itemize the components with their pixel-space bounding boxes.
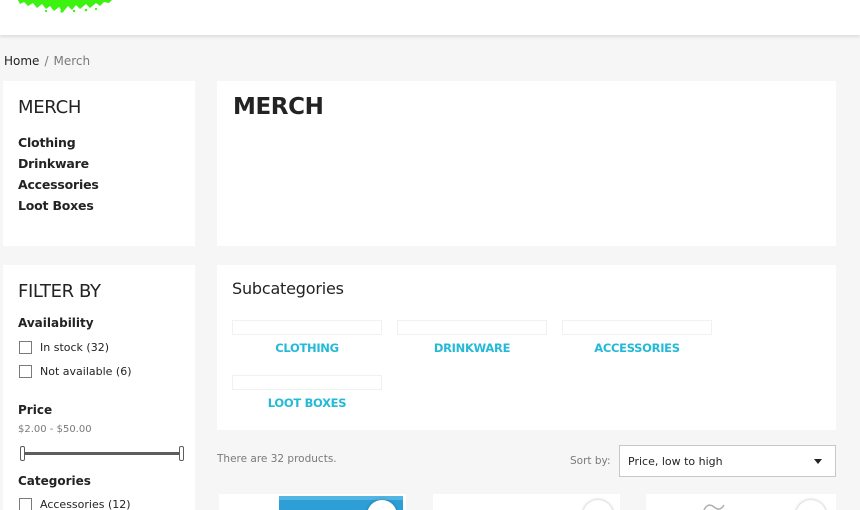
subcategory-thumbnail[interactable]: [232, 320, 382, 335]
product-card[interactable]: [219, 494, 406, 510]
subcategories-title: Subcategories: [232, 279, 344, 298]
price-slider[interactable]: [20, 446, 184, 461]
subcategory-label[interactable]: ACCESSORIES: [562, 341, 712, 355]
subcategories-panel: Subcategories CLOTHING DRINKWARE ACCESSO…: [217, 265, 836, 430]
site-logo[interactable]: [16, 0, 116, 13]
facet-title-availability: Availability: [18, 316, 94, 330]
category-tree-title[interactable]: MERCH: [18, 97, 81, 118]
product-count: There are 32 products.: [217, 453, 337, 465]
category-link-drinkware[interactable]: Drinkware: [18, 155, 99, 176]
subcategory-thumbnail[interactable]: [397, 320, 547, 335]
subcategory-loot-boxes[interactable]: LOOT BOXES: [232, 375, 382, 410]
breadcrumb-separator: /: [44, 54, 49, 68]
category-tree: MERCH Clothing Drinkware Accessories Loo…: [3, 81, 195, 246]
filter-panel: FILTER BY Availability In stock (32) Not…: [3, 265, 195, 510]
breadcrumb-current: Merch: [53, 54, 91, 68]
category-link-accessories[interactable]: Accessories: [18, 176, 99, 197]
filter-option-accessories[interactable]: Accessories (12): [19, 498, 131, 510]
price-slider-max-handle[interactable]: [179, 446, 184, 461]
subcategory-thumbnail[interactable]: [562, 320, 712, 335]
checkbox-in-stock[interactable]: [19, 341, 32, 354]
checkbox-not-available[interactable]: [19, 365, 32, 378]
wishlist-heart-icon[interactable]: [583, 500, 613, 510]
price-slider-min-handle[interactable]: [20, 446, 25, 461]
breadcrumb: Home / Merch: [4, 54, 90, 68]
product-card[interactable]: [646, 494, 836, 510]
subcategory-label[interactable]: CLOTHING: [232, 341, 382, 355]
price-range-value: $2.00 - $50.00: [18, 424, 92, 435]
caret-down-icon: [814, 459, 822, 464]
filter-option-label: In stock (32): [40, 341, 109, 354]
subcategory-label[interactable]: LOOT BOXES: [232, 396, 382, 410]
category-link-clothing[interactable]: Clothing: [18, 134, 99, 155]
checkbox-accessories[interactable]: [19, 498, 32, 510]
site-header: [0, 0, 860, 35]
breadcrumb-home-link[interactable]: Home: [4, 54, 39, 68]
sort-dropdown-value: Price, low to high: [628, 455, 723, 468]
subcategory-accessories[interactable]: ACCESSORIES: [562, 320, 712, 355]
price-slider-track[interactable]: [22, 452, 182, 455]
facet-title-price: Price: [18, 403, 53, 417]
subcategory-clothing[interactable]: CLOTHING: [232, 320, 382, 355]
product-image[interactable]: [702, 502, 726, 510]
filter-option-label: Accessories (12): [40, 498, 131, 510]
wishlist-heart-icon[interactable]: [796, 500, 826, 510]
filter-option-label: Not available (6): [40, 365, 132, 378]
category-tree-list: Clothing Drinkware Accessories Loot Boxe…: [18, 134, 99, 218]
sort-label: Sort by:: [570, 455, 611, 467]
product-card[interactable]: [433, 494, 620, 510]
category-link-loot-boxes[interactable]: Loot Boxes: [18, 197, 99, 218]
category-header: MERCH: [217, 81, 836, 246]
subcategory-drinkware[interactable]: DRINKWARE: [397, 320, 547, 355]
subcategory-label[interactable]: DRINKWARE: [397, 341, 547, 355]
filter-option-not-available[interactable]: Not available (6): [19, 365, 132, 378]
page-title: MERCH: [233, 94, 324, 120]
filter-title: FILTER BY: [18, 281, 101, 302]
facet-title-categories: Categories: [18, 474, 91, 488]
subcategory-thumbnail[interactable]: [232, 375, 382, 390]
sort-dropdown[interactable]: Price, low to high: [619, 445, 836, 477]
filter-option-in-stock[interactable]: In stock (32): [19, 341, 109, 354]
